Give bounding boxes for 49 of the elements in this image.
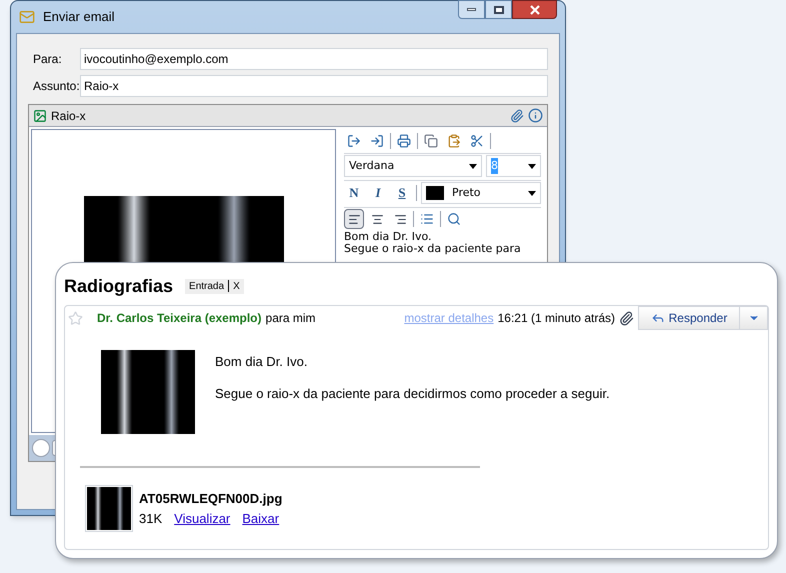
star-icon[interactable] [68,310,83,326]
color-swatch [426,186,444,200]
maximize-button[interactable] [485,0,512,19]
message-text: Bom dia Dr. Ivo. [215,353,308,371]
caret-icon [469,164,477,168]
window-title: Enviar email [43,8,116,26]
paperclip-icon [619,310,634,326]
format-button[interactable]: I [368,183,388,203]
list-icon [420,212,434,226]
attachment-thumbnail [87,487,131,530]
close-button[interactable] [512,0,557,19]
reply-button[interactable]: Responder [638,306,740,330]
caret-icon [528,164,536,168]
caret-icon [528,190,536,196]
align-icon [394,212,406,226]
scissors-icon [470,134,484,148]
subject-title: Radiografias [64,274,174,298]
mail-icon [19,9,35,25]
minimize-button[interactable] [458,0,485,19]
close-icon [530,4,540,14]
message-text: Bom dia Dr. Ivo. [344,231,433,243]
add-button[interactable] [32,439,50,457]
attach-icon[interactable] [510,108,524,122]
field-label: Para: [32,51,63,68]
label-tag: Entrada X [185,278,244,294]
field-label: Assunto: [32,78,80,95]
panel-title: Raio-x [51,108,87,124]
format-button[interactable]: S [392,183,412,203]
message-text: Segue o raio-x da paciente para [344,243,522,255]
recipient-text: para mim [266,310,316,327]
color-dropdown[interactable]: Preto [421,182,541,204]
format-button[interactable]: N [344,183,364,203]
attachment-size: 31K [139,510,162,528]
info-icon[interactable] [528,108,543,123]
sender-name: Dr. Carlos Teixeira (exemplo) [97,310,262,327]
text-field[interactable]: Raio-x [80,75,548,97]
attachment-link[interactable]: Baixar [242,508,280,528]
align-button[interactable] [344,209,364,229]
more-button[interactable] [740,306,768,330]
font-dropdown[interactable]: Verdana [344,155,482,177]
attachment-link[interactable]: Visualizar [174,508,230,528]
picture-icon [33,108,47,122]
time-text: 16:21 (1 minuto atrás) [498,310,615,327]
message-text: Segue o raio-x da paciente para decidirmos como proceder a seguir. [215,384,610,403]
text-field[interactable]: ivocoutinho@exemplo.com [80,48,548,70]
align-icon [348,212,360,226]
align-icon [370,212,384,226]
attachment-filename: AT05RWLEQFN00D.jpg [139,490,282,508]
remove-label-button[interactable]: X [233,278,240,294]
